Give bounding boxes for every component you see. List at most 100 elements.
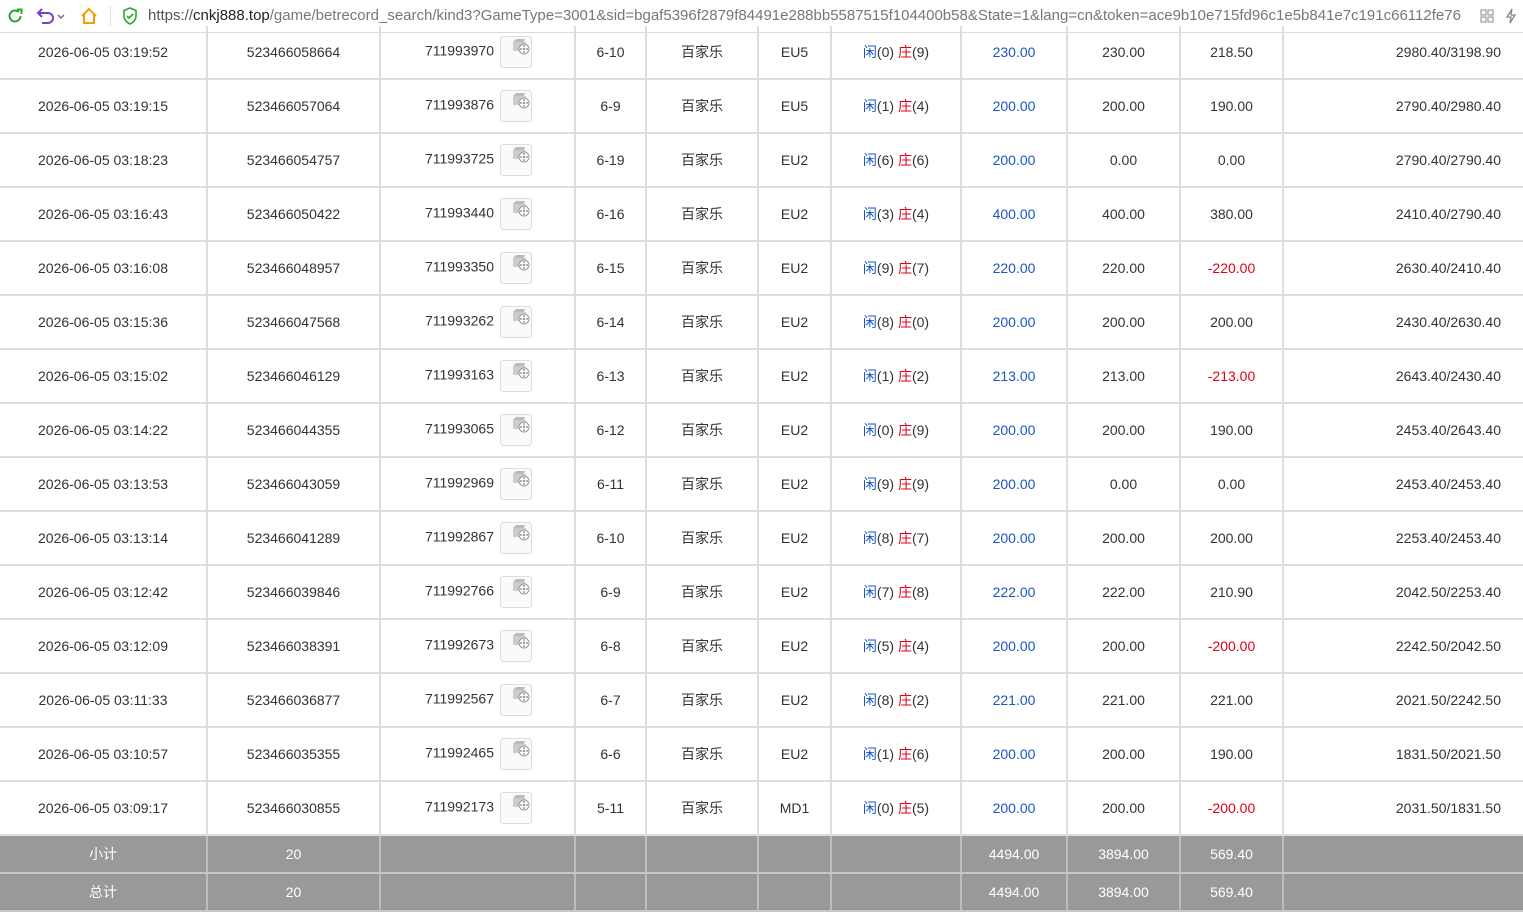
win-loss: 380.00 <box>1180 187 1284 242</box>
order-id: 523466048957 <box>207 241 381 296</box>
table-row: 2026-06-05 03:16:43 523466050422 711993440… <box>0 187 1523 242</box>
refresh-icon[interactable] <box>4 5 26 27</box>
table-row: 2026-06-05 03:19:15 523466057064 711993876… <box>0 79 1523 134</box>
round-id: 711992173 <box>424 798 494 815</box>
video-replay-icon[interactable] <box>500 468 532 500</box>
room-code: EU2 <box>758 133 832 188</box>
result-cell: 闲(5) 庄(4) <box>831 619 962 674</box>
table-row: 2026-06-05 03:10:57 523466035355 711992465… <box>0 727 1523 782</box>
win-loss: 218.50 <box>1180 26 1284 80</box>
undo-icon[interactable] <box>34 5 66 27</box>
round-id: 711993163 <box>424 366 494 383</box>
table-number: 6-12 <box>575 403 647 458</box>
table-row: 2026-06-05 03:18:23 523466054757 711993725… <box>0 133 1523 188</box>
player-label: 闲 <box>862 152 877 168</box>
banker-point: 4 <box>916 98 925 114</box>
lightning-icon[interactable] <box>1502 5 1520 27</box>
banker-point: 6 <box>916 746 925 762</box>
bet-amount[interactable]: 400.00 <box>961 187 1068 242</box>
balance: 2643.40/2430.40 <box>1283 349 1523 404</box>
player-point: 3 <box>881 206 890 222</box>
address-bar[interactable]: https://cnkj888.top/game/betrecord_searc… <box>148 6 1461 26</box>
player-point: 8 <box>881 314 890 330</box>
balance: 2242.50/2042.50 <box>1283 619 1523 674</box>
round-cell: 711993970 <box>380 26 576 80</box>
balance: 2980.40/3198.90 <box>1283 26 1523 80</box>
bet-amount[interactable]: 200.00 <box>961 511 1068 566</box>
video-replay-icon[interactable] <box>500 306 532 338</box>
bet-amount[interactable]: 200.00 <box>961 781 1068 836</box>
room-code: EU2 <box>758 511 832 566</box>
room-code: EU2 <box>758 457 832 512</box>
bet-amount[interactable]: 200.00 <box>961 619 1068 674</box>
round-id: 711992766 <box>424 582 494 599</box>
bet-time: 2026-06-05 03:19:52 <box>0 26 208 80</box>
video-replay-icon[interactable] <box>500 252 532 284</box>
bet-amount[interactable]: 213.00 <box>961 349 1068 404</box>
total-bet: 4494.00 <box>961 873 1068 912</box>
video-replay-icon[interactable] <box>500 360 532 392</box>
subtotal-row: 小计 20 4494.00 3894.00 569.40 <box>0 835 1523 874</box>
subtotal-valid: 3894.00 <box>1067 835 1181 874</box>
shield-icon[interactable] <box>120 5 140 27</box>
table-number: 6-6 <box>575 727 647 782</box>
bet-amount[interactable]: 220.00 <box>961 241 1068 296</box>
video-replay-icon[interactable] <box>500 198 532 230</box>
win-loss: 190.00 <box>1180 403 1284 458</box>
bet-amount[interactable]: 200.00 <box>961 295 1068 350</box>
round-cell: 711992673 <box>380 619 576 674</box>
bet-time: 2026-06-05 03:09:17 <box>0 781 208 836</box>
subtotal-bet: 4494.00 <box>961 835 1068 874</box>
order-id: 523466036877 <box>207 673 381 728</box>
table-row: 2026-06-05 03:13:14 523466041289 711992867… <box>0 511 1523 566</box>
grid-icon[interactable] <box>1478 5 1496 27</box>
bet-amount[interactable]: 221.00 <box>961 673 1068 728</box>
banker-label: 庄 <box>897 98 912 114</box>
result-cell: 闲(0) 庄(9) <box>831 403 962 458</box>
bet-amount[interactable]: 200.00 <box>961 133 1068 188</box>
home-icon[interactable] <box>78 5 100 27</box>
video-replay-icon[interactable] <box>500 414 532 446</box>
video-replay-icon[interactable] <box>500 792 532 824</box>
video-replay-icon[interactable] <box>500 36 532 68</box>
order-id: 523466057064 <box>207 79 381 134</box>
bet-amount[interactable]: 230.00 <box>961 26 1068 80</box>
bet-time: 2026-06-05 03:12:09 <box>0 619 208 674</box>
banker-point: 0 <box>916 314 925 330</box>
valid-bet: 0.00 <box>1067 457 1181 512</box>
valid-bet: 400.00 <box>1067 187 1181 242</box>
video-replay-icon[interactable] <box>500 576 532 608</box>
banker-point: 4 <box>916 638 925 654</box>
bet-time: 2026-06-05 03:16:43 <box>0 187 208 242</box>
round-id: 711992969 <box>424 474 494 491</box>
banker-point: 6 <box>916 152 925 168</box>
table-number: 6-16 <box>575 187 647 242</box>
video-replay-icon[interactable] <box>500 144 532 176</box>
round-cell: 711993725 <box>380 133 576 188</box>
video-replay-icon[interactable] <box>500 90 532 122</box>
game-name: 百家乐 <box>646 511 759 566</box>
order-id: 523466043059 <box>207 457 381 512</box>
player-label: 闲 <box>862 98 877 114</box>
bet-amount[interactable]: 200.00 <box>961 403 1068 458</box>
valid-bet: 222.00 <box>1067 565 1181 620</box>
bet-amount[interactable]: 200.00 <box>961 727 1068 782</box>
video-replay-icon[interactable] <box>500 684 532 716</box>
room-code: EU2 <box>758 565 832 620</box>
win-loss: -200.00 <box>1180 619 1284 674</box>
bet-amount[interactable]: 200.00 <box>961 79 1068 134</box>
order-id: 523466041289 <box>207 511 381 566</box>
video-replay-icon[interactable] <box>500 738 532 770</box>
balance: 1831.50/2021.50 <box>1283 727 1523 782</box>
bet-time: 2026-06-05 03:15:36 <box>0 295 208 350</box>
video-replay-icon[interactable] <box>500 630 532 662</box>
round-id: 711992465 <box>424 744 494 761</box>
player-label: 闲 <box>862 206 877 222</box>
result-cell: 闲(1) 庄(6) <box>831 727 962 782</box>
bet-amount[interactable]: 200.00 <box>961 457 1068 512</box>
table-body: 2026-06-05 03:19:52 523466058664 711993970… <box>0 26 1523 836</box>
room-code: EU2 <box>758 403 832 458</box>
bet-amount[interactable]: 222.00 <box>961 565 1068 620</box>
bet-time: 2026-06-05 03:10:57 <box>0 727 208 782</box>
video-replay-icon[interactable] <box>500 522 532 554</box>
